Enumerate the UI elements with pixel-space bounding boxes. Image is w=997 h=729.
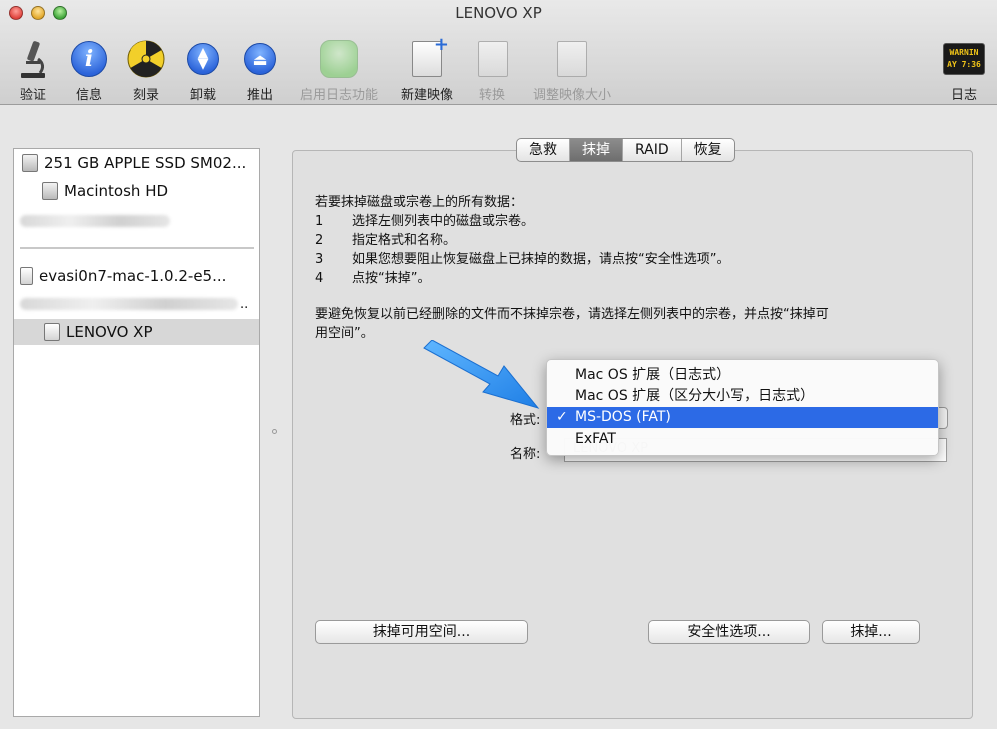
tab-erase[interactable]: 抹掉: [570, 139, 623, 161]
new-image-icon: +: [406, 34, 449, 80]
window-title: LENOVO XP: [455, 4, 542, 22]
tab-first-aid[interactable]: 急救: [517, 139, 570, 161]
sidebar-item-blurred[interactable]: [14, 208, 259, 234]
name-label: 名称:: [510, 447, 541, 462]
unmount-icon: ▲ ▼: [187, 43, 219, 75]
sidebar-divider: [20, 247, 254, 249]
format-option-mac-os-extended-journaled[interactable]: Mac OS 扩展（日志式）: [547, 365, 938, 386]
log-console-icon: WARNIN AY 7:36: [943, 43, 985, 75]
convert-button[interactable]: 转换: [472, 38, 512, 103]
blurred-label: [20, 298, 238, 310]
security-options-button[interactable]: 安全性选项...: [648, 620, 810, 644]
unmount-button[interactable]: ▲ ▼ 卸载: [182, 38, 224, 103]
disk-image-icon: [20, 267, 33, 285]
sidebar-item-lenovo-xp[interactable]: LENOVO XP: [14, 319, 259, 345]
checkmark-icon: ✓: [556, 409, 568, 425]
disk-list: 251 GB APPLE SSD SM02... Macintosh HD ev…: [13, 148, 260, 717]
volume-icon: [42, 182, 58, 200]
erase-instructions: 若要抹掉磁盘或宗卷上的所有数据： 1 选择左侧列表中的磁盘或宗卷。 2 指定格式和名…: [315, 195, 730, 286]
burn-icon: [125, 38, 167, 80]
format-option-ms-dos-fat[interactable]: ✓ MS-DOS (FAT): [547, 407, 938, 428]
sidebar-item-apple-ssd[interactable]: 251 GB APPLE SSD SM02...: [14, 150, 259, 176]
eject-icon: ⏏: [244, 43, 276, 75]
erase-free-space-note: 要避免恢复以前已经删除的文件而不抹掉宗卷，请选择左侧列表中的宗卷，并点按“抹掉可…: [315, 307, 829, 341]
format-option-exfat[interactable]: ExFAT: [547, 429, 938, 450]
tab-raid[interactable]: RAID: [623, 139, 682, 161]
sidebar-item-evasi0n[interactable]: evasi0n7-mac-1.0.2-e5...: [14, 263, 259, 289]
enable-journaling-button[interactable]: 启用日志功能: [295, 38, 383, 103]
erase-free-space-button[interactable]: 抹掉可用空间...: [315, 620, 528, 644]
resize-image-icon: [557, 41, 587, 77]
log-button[interactable]: WARNIN AY 7:36 日志: [941, 38, 987, 103]
journaling-icon: [320, 40, 358, 78]
format-menu: Mac OS 扩展（日志式） Mac OS 扩展（区分大小写，日志式） ✓ MS…: [546, 359, 939, 456]
callout-arrow-icon: [423, 340, 540, 409]
burn-button[interactable]: 刻录: [124, 38, 168, 103]
tab-bar: 急救 抹掉 RAID 恢复: [516, 138, 735, 162]
verify-button[interactable]: 验证: [12, 38, 54, 103]
sidebar-item-blurred-2[interactable]: ..: [14, 291, 259, 317]
sidebar-item-macintosh-hd[interactable]: Macintosh HD: [14, 178, 259, 204]
microscope-icon: [12, 38, 54, 80]
volume-icon: [44, 323, 60, 341]
erase-button[interactable]: 抹掉...: [822, 620, 920, 644]
new-image-button[interactable]: + 新建映像: [397, 34, 457, 103]
convert-icon: [478, 41, 508, 77]
format-option-mac-os-extended-case-sensitive[interactable]: Mac OS 扩展（区分大小写，日志式）: [547, 386, 938, 407]
info-button[interactable]: i 信息: [68, 38, 110, 103]
info-icon: i: [71, 41, 107, 77]
hard-disk-icon: [22, 154, 38, 172]
toolbar: LENOVO XP 验证 i 信息 刻录 ▲ ▼ 卸载 ⏏ 推出 启用日志功能 …: [0, 0, 997, 105]
eject-button[interactable]: ⏏ 推出: [239, 38, 281, 103]
blurred-label: [20, 215, 170, 227]
tab-restore[interactable]: 恢复: [682, 139, 734, 161]
resize-image-button[interactable]: 调整映像大小: [528, 38, 616, 103]
split-view-handle[interactable]: [272, 429, 277, 434]
